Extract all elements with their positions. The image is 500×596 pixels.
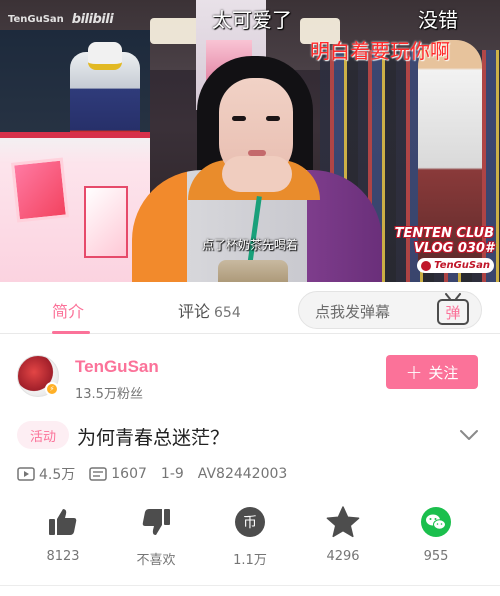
danmaku-count: 1607 — [89, 466, 147, 482]
dislike-button[interactable]: 不喜欢 — [116, 505, 196, 568]
wechat-icon — [421, 507, 451, 537]
share-button[interactable]: 955 — [396, 505, 476, 564]
tab-comments[interactable]: 评论 654 — [178, 298, 241, 322]
coin-count: 1.1万 — [233, 553, 267, 568]
video-stats: 4.5万 1607 1-9 AV82442003 — [17, 464, 301, 484]
video-person-eye — [266, 116, 280, 121]
sign-dot-icon — [421, 260, 432, 271]
follow-button-label: 关注 — [428, 363, 459, 382]
bilibili-logo: bilibili — [71, 12, 114, 27]
coin-button[interactable]: 币 1.1万 — [210, 505, 290, 568]
video-title: 为何青春总迷茫？ — [77, 427, 230, 449]
coin-glyph: 币 — [243, 515, 257, 531]
like-count: 8123 — [46, 549, 80, 564]
video-person-eye — [232, 116, 246, 121]
action-bar: 8123 不喜欢 币 1.1万 4296 955 — [0, 505, 500, 575]
tab-active-indicator — [52, 331, 90, 334]
video-watermark: TenGuSan bilibili — [8, 12, 114, 27]
favorite-button[interactable]: 4296 — [303, 505, 383, 564]
like-button[interactable]: 8123 — [23, 505, 103, 564]
thumbs-up-icon — [49, 509, 77, 535]
follow-button[interactable]: + 关注 — [386, 355, 478, 389]
play-count-icon — [17, 467, 35, 481]
video-person-hands — [222, 156, 292, 192]
section-divider — [0, 585, 500, 586]
share-count: 955 — [423, 549, 449, 564]
verified-badge-icon: ⚡ — [45, 382, 59, 396]
video-scene-box — [11, 157, 69, 223]
danmaku-count-icon — [89, 467, 108, 481]
thumbs-down-icon — [142, 509, 170, 535]
vlog-badge-line1: TENTEN CLUB — [394, 226, 494, 241]
chevron-down-icon[interactable] — [458, 424, 480, 446]
danmaku-toggle-glyph: 弹 — [445, 304, 460, 322]
vlog-badge-sign-text: TenGuSan — [434, 260, 490, 271]
vlog-badge-line2: VLOG 030# — [413, 241, 494, 256]
danmaku-input-placeholder: 点我发弹幕 — [315, 303, 391, 321]
watermark-user: TenGuSan — [8, 14, 64, 25]
av-id: AV82442003 — [197, 466, 288, 482]
coin-icon: 币 — [235, 507, 265, 537]
danmaku-toggle-icon[interactable]: 弹 — [435, 293, 471, 327]
tab-comments-count: 654 — [214, 305, 241, 321]
danmaku-comment: 没错 — [418, 8, 458, 32]
view-count-value: 4.5万 — [39, 467, 76, 483]
tab-intro[interactable]: 简介 — [52, 298, 84, 322]
tab-comments-label: 评论 — [178, 302, 211, 321]
favorite-count: 4296 — [326, 549, 360, 564]
plus-icon: + — [405, 360, 423, 384]
star-icon — [326, 506, 360, 538]
vlog-badge: TENTEN CLUB VLOG 030# TenGuSan — [395, 226, 494, 275]
danmaku-comment: 太可爱了 — [212, 8, 292, 32]
video-person-cup — [218, 260, 288, 282]
uploader-fans: 13.5万粉丝 — [75, 387, 143, 402]
publish-date: 1-9 — [160, 466, 184, 482]
vlog-badge-sign: TenGuSan — [417, 258, 494, 273]
video-scene-robot-head — [88, 42, 122, 70]
view-count: 4.5万 — [17, 464, 75, 484]
dislike-label: 不喜欢 — [136, 553, 176, 568]
video-player[interactable]: TenGuSan bilibili 太可爱了 没错 明白着要玩你啊 点了杯奶茶先… — [0, 0, 500, 282]
danmaku-count-value: 1607 — [111, 466, 147, 482]
danmaku-comment: 明白着要玩你啊 — [310, 39, 450, 63]
tab-bar: 简介 评论 654 点我发弹幕 弹 — [0, 282, 500, 334]
event-tag[interactable]: 活动 — [17, 421, 69, 449]
uploader-name[interactable]: TenGuSan — [75, 357, 159, 377]
